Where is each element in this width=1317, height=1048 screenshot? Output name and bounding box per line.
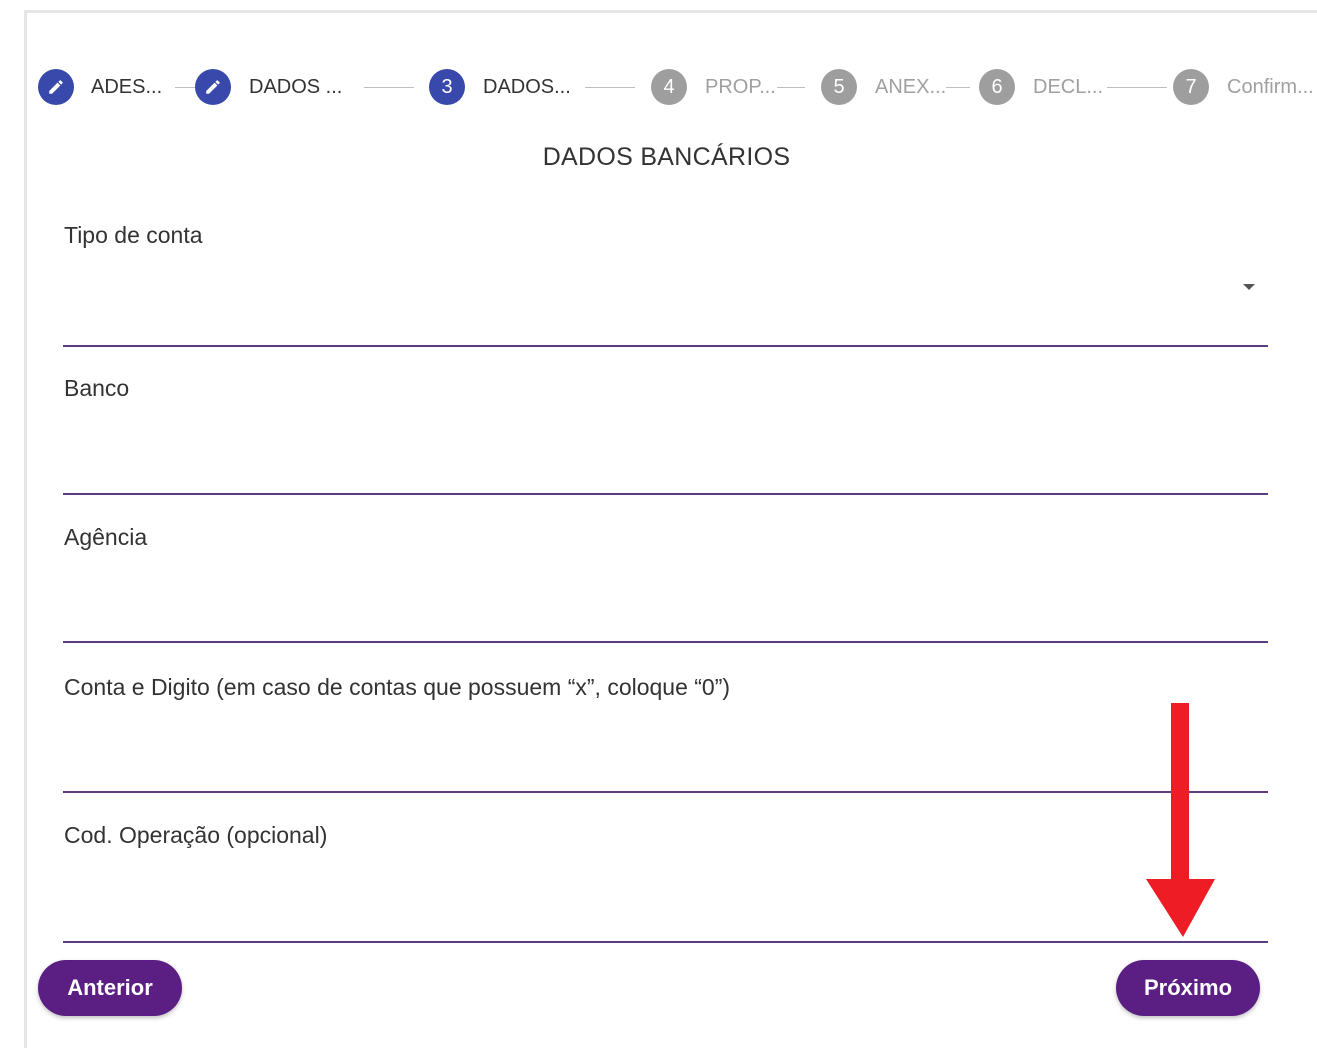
account-number-label: Conta e Digito (em caso de contas que po… [64, 674, 731, 700]
account-type-label: Tipo de conta [64, 222, 203, 248]
step-4-circle: 4 [651, 69, 687, 105]
step-connector [585, 87, 635, 88]
account-number-field: Conta e Digito (em caso de contas que po… [63, 673, 1268, 798]
account-number-input[interactable] [63, 743, 1247, 785]
step-7-label: Confirm... [1227, 75, 1314, 98]
pencil-icon [206, 80, 220, 94]
section-title: DADOS BANCÁRIOS [542, 143, 791, 171]
agency-label: Agência [64, 524, 148, 550]
step-5-circle: 5 [821, 69, 857, 105]
step-5-label: ANEX... [875, 75, 947, 98]
agency-underline [63, 641, 1268, 643]
step-connector [777, 87, 805, 88]
agency-field: Agência [63, 523, 1268, 648]
step-6[interactable]: 6 DECL... [979, 67, 1103, 107]
step-1[interactable]: ADES... [38, 67, 162, 107]
bank-field: Banco [63, 374, 1268, 499]
agency-input[interactable] [63, 593, 1247, 635]
account-number-underline [63, 791, 1268, 793]
account-type-field[interactable]: Tipo de conta [63, 220, 1268, 350]
account-type-underline [63, 345, 1268, 347]
bank-input[interactable] [63, 444, 1247, 486]
operation-code-field: Cod. Operação (opcional) [63, 821, 1268, 946]
pencil-icon [49, 80, 63, 94]
bank-label: Banco [64, 375, 130, 401]
operation-code-input[interactable] [63, 891, 1247, 933]
step-1-label: ADES... [91, 75, 163, 98]
next-button[interactable]: Próximo [1116, 960, 1260, 1016]
step-6-label: DECL... [1033, 75, 1104, 98]
step-3-circle: 3 [429, 69, 465, 105]
operation-code-label: Cod. Operação (opcional) [64, 822, 328, 848]
step-connector [946, 87, 970, 88]
step-2-label: DADOS ... [249, 75, 343, 98]
step-3-label: DADOS... [483, 75, 571, 98]
bank-underline [63, 493, 1268, 495]
stepper: ADES... DADOS ... 3 DADOS... 4 PROP... 5… [38, 67, 1317, 107]
step-2-circle [195, 69, 231, 105]
step-3[interactable]: 3 DADOS... [429, 67, 571, 107]
step-6-circle: 6 [979, 69, 1015, 105]
operation-code-underline [63, 941, 1268, 943]
step-1-circle [38, 69, 74, 105]
red-arrow-down-icon [1146, 703, 1215, 937]
step-4[interactable]: 4 PROP... [651, 67, 776, 107]
step-2[interactable]: DADOS ... [195, 67, 342, 107]
step-connector [1107, 87, 1167, 88]
step-4-label: PROP... [705, 75, 776, 98]
step-connector [364, 87, 414, 88]
dropdown-arrow-icon[interactable] [1243, 284, 1255, 290]
step-7[interactable]: 7 Confirm... [1173, 67, 1314, 107]
step-7-circle: 7 [1173, 69, 1209, 105]
step-5[interactable]: 5 ANEX... [821, 67, 946, 107]
previous-button[interactable]: Anterior [38, 960, 182, 1016]
